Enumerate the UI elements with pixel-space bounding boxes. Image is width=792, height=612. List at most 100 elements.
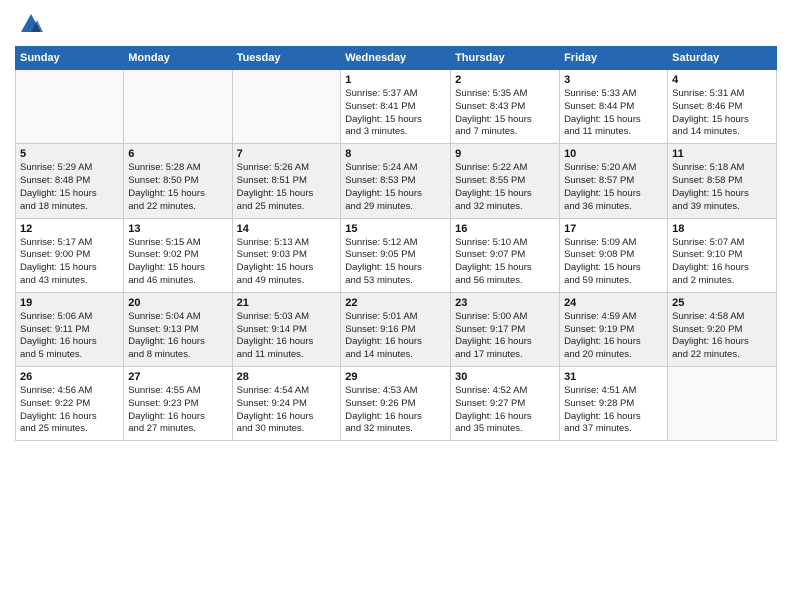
calendar-cell: 15 Sunrise: 5:12 AM Sunset: 9:05 PM Dayli… — [341, 218, 451, 292]
calendar-header-thursday: Thursday — [451, 47, 560, 70]
calendar-cell: 23 Sunrise: 5:00 AM Sunset: 9:17 PM Dayli… — [451, 292, 560, 366]
day-info: Sunrise: 5:17 AM Sunset: 9:00 PM Dayligh… — [20, 237, 119, 288]
day-info: Sunrise: 5:00 AM Sunset: 9:17 PM Dayligh… — [455, 311, 555, 362]
day-number: 12 — [20, 223, 119, 235]
day-info: Sunrise: 4:52 AM Sunset: 9:27 PM Dayligh… — [455, 385, 555, 436]
calendar-cell: 30Sunrise: 4:52 AM Sunset: 9:27 PM Dayli… — [451, 367, 560, 441]
calendar-cell: 24 Sunrise: 4:59 AM Sunset: 9:19 PM Dayli… — [560, 292, 668, 366]
calendar-cell — [16, 70, 124, 144]
calendar-cell: 31 Sunrise: 4:51 AM Sunset: 9:28 PM Dayli… — [560, 367, 668, 441]
calendar-cell: 19 Sunrise: 5:06 AM Sunset: 9:11 PM Dayli… — [16, 292, 124, 366]
calendar-header-friday: Friday — [560, 47, 668, 70]
day-info: Sunrise: 5:31 AM Sunset: 8:46 PM Dayligh… — [672, 88, 772, 139]
calendar-cell: 25Sunrise: 4:58 AM Sunset: 9:20 PM Dayli… — [668, 292, 777, 366]
calendar-cell: 13 Sunrise: 5:15 AM Sunset: 9:02 PM Dayli… — [124, 218, 232, 292]
day-number: 9 — [455, 148, 555, 160]
day-info: Sunrise: 5:28 AM Sunset: 8:50 PM Dayligh… — [128, 162, 227, 213]
day-info: Sunrise: 5:12 AM Sunset: 9:05 PM Dayligh… — [345, 237, 446, 288]
calendar-header-sunday: Sunday — [16, 47, 124, 70]
day-number: 19 — [20, 297, 119, 309]
day-number: 15 — [345, 223, 446, 235]
calendar-cell: 29 Sunrise: 4:53 AM Sunset: 9:26 PM Dayli… — [341, 367, 451, 441]
day-info: Sunrise: 5:06 AM Sunset: 9:11 PM Dayligh… — [20, 311, 119, 362]
day-number: 2 — [455, 74, 555, 86]
calendar-cell: 9 Sunrise: 5:22 AM Sunset: 8:55 PM Daylig… — [451, 144, 560, 218]
day-number: 16 — [455, 223, 555, 235]
day-info: Sunrise: 5:09 AM Sunset: 9:08 PM Dayligh… — [564, 237, 663, 288]
calendar-header-tuesday: Tuesday — [232, 47, 341, 70]
day-number: 5 — [20, 148, 119, 160]
day-info: Sunrise: 5:01 AM Sunset: 9:16 PM Dayligh… — [345, 311, 446, 362]
day-info: Sunrise: 4:54 AM Sunset: 9:24 PM Dayligh… — [237, 385, 337, 436]
calendar-header-row: SundayMondayTuesdayWednesdayThursdayFrid… — [16, 47, 777, 70]
page: SundayMondayTuesdayWednesdayThursdayFrid… — [0, 0, 792, 451]
calendar-week-2: 5 Sunrise: 5:29 AM Sunset: 8:48 PM Daylig… — [16, 144, 777, 218]
calendar-cell: 21 Sunrise: 5:03 AM Sunset: 9:14 PM Dayli… — [232, 292, 341, 366]
day-number: 6 — [128, 148, 227, 160]
day-info: Sunrise: 5:20 AM Sunset: 8:57 PM Dayligh… — [564, 162, 663, 213]
day-number: 24 — [564, 297, 663, 309]
calendar-cell: 18 Sunrise: 5:07 AM Sunset: 9:10 PM Dayli… — [668, 218, 777, 292]
day-info: Sunrise: 5:24 AM Sunset: 8:53 PM Dayligh… — [345, 162, 446, 213]
day-number: 18 — [672, 223, 772, 235]
day-number: 13 — [128, 223, 227, 235]
day-info: Sunrise: 5:22 AM Sunset: 8:55 PM Dayligh… — [455, 162, 555, 213]
calendar: SundayMondayTuesdayWednesdayThursdayFrid… — [15, 46, 777, 441]
day-number: 29 — [345, 371, 446, 383]
day-number: 26 — [20, 371, 119, 383]
logo — [15, 10, 45, 40]
day-info: Sunrise: 5:15 AM Sunset: 9:02 PM Dayligh… — [128, 237, 227, 288]
day-number: 17 — [564, 223, 663, 235]
day-number: 23 — [455, 297, 555, 309]
calendar-week-1: 1Sunrise: 5:37 AM Sunset: 8:41 PM Daylig… — [16, 70, 777, 144]
calendar-cell: 22 Sunrise: 5:01 AM Sunset: 9:16 PM Dayli… — [341, 292, 451, 366]
day-info: Sunrise: 5:37 AM Sunset: 8:41 PM Dayligh… — [345, 88, 446, 139]
calendar-cell: 2 Sunrise: 5:35 AM Sunset: 8:43 PM Daylig… — [451, 70, 560, 144]
day-info: Sunrise: 4:56 AM Sunset: 9:22 PM Dayligh… — [20, 385, 119, 436]
calendar-cell: 14 Sunrise: 5:13 AM Sunset: 9:03 PM Dayli… — [232, 218, 341, 292]
day-info: Sunrise: 5:35 AM Sunset: 8:43 PM Dayligh… — [455, 88, 555, 139]
calendar-cell: 28Sunrise: 4:54 AM Sunset: 9:24 PM Dayli… — [232, 367, 341, 441]
day-number: 20 — [128, 297, 227, 309]
day-number: 7 — [237, 148, 337, 160]
day-number: 31 — [564, 371, 663, 383]
calendar-header-saturday: Saturday — [668, 47, 777, 70]
calendar-cell: 6 Sunrise: 5:28 AM Sunset: 8:50 PM Daylig… — [124, 144, 232, 218]
logo-icon — [17, 10, 45, 38]
calendar-cell: 17 Sunrise: 5:09 AM Sunset: 9:08 PM Dayli… — [560, 218, 668, 292]
day-info: Sunrise: 5:26 AM Sunset: 8:51 PM Dayligh… — [237, 162, 337, 213]
calendar-cell — [124, 70, 232, 144]
day-info: Sunrise: 4:51 AM Sunset: 9:28 PM Dayligh… — [564, 385, 663, 436]
calendar-cell: 5 Sunrise: 5:29 AM Sunset: 8:48 PM Daylig… — [16, 144, 124, 218]
day-info: Sunrise: 4:53 AM Sunset: 9:26 PM Dayligh… — [345, 385, 446, 436]
day-info: Sunrise: 4:55 AM Sunset: 9:23 PM Dayligh… — [128, 385, 227, 436]
day-info: Sunrise: 5:18 AM Sunset: 8:58 PM Dayligh… — [672, 162, 772, 213]
day-info: Sunrise: 5:07 AM Sunset: 9:10 PM Dayligh… — [672, 237, 772, 288]
day-info: Sunrise: 5:03 AM Sunset: 9:14 PM Dayligh… — [237, 311, 337, 362]
day-info: Sunrise: 5:13 AM Sunset: 9:03 PM Dayligh… — [237, 237, 337, 288]
day-number: 4 — [672, 74, 772, 86]
calendar-cell: 20Sunrise: 5:04 AM Sunset: 9:13 PM Dayli… — [124, 292, 232, 366]
calendar-body: 1Sunrise: 5:37 AM Sunset: 8:41 PM Daylig… — [16, 70, 777, 441]
calendar-cell: 27Sunrise: 4:55 AM Sunset: 9:23 PM Dayli… — [124, 367, 232, 441]
header — [15, 10, 777, 40]
calendar-cell: 1Sunrise: 5:37 AM Sunset: 8:41 PM Daylig… — [341, 70, 451, 144]
calendar-header-monday: Monday — [124, 47, 232, 70]
day-number: 8 — [345, 148, 446, 160]
day-number: 3 — [564, 74, 663, 86]
day-info: Sunrise: 5:10 AM Sunset: 9:07 PM Dayligh… — [455, 237, 555, 288]
day-number: 14 — [237, 223, 337, 235]
day-number: 21 — [237, 297, 337, 309]
calendar-cell: 7 Sunrise: 5:26 AM Sunset: 8:51 PM Daylig… — [232, 144, 341, 218]
calendar-header-wednesday: Wednesday — [341, 47, 451, 70]
calendar-cell: 12 Sunrise: 5:17 AM Sunset: 9:00 PM Dayli… — [16, 218, 124, 292]
calendar-cell: 16 Sunrise: 5:10 AM Sunset: 9:07 PM Dayli… — [451, 218, 560, 292]
calendar-cell: 11Sunrise: 5:18 AM Sunset: 8:58 PM Dayli… — [668, 144, 777, 218]
calendar-cell: 10 Sunrise: 5:20 AM Sunset: 8:57 PM Dayli… — [560, 144, 668, 218]
day-number: 22 — [345, 297, 446, 309]
day-info: Sunrise: 4:59 AM Sunset: 9:19 PM Dayligh… — [564, 311, 663, 362]
day-info: Sunrise: 5:33 AM Sunset: 8:44 PM Dayligh… — [564, 88, 663, 139]
day-number: 10 — [564, 148, 663, 160]
calendar-cell: 3 Sunrise: 5:33 AM Sunset: 8:44 PM Daylig… — [560, 70, 668, 144]
day-info: Sunrise: 5:29 AM Sunset: 8:48 PM Dayligh… — [20, 162, 119, 213]
